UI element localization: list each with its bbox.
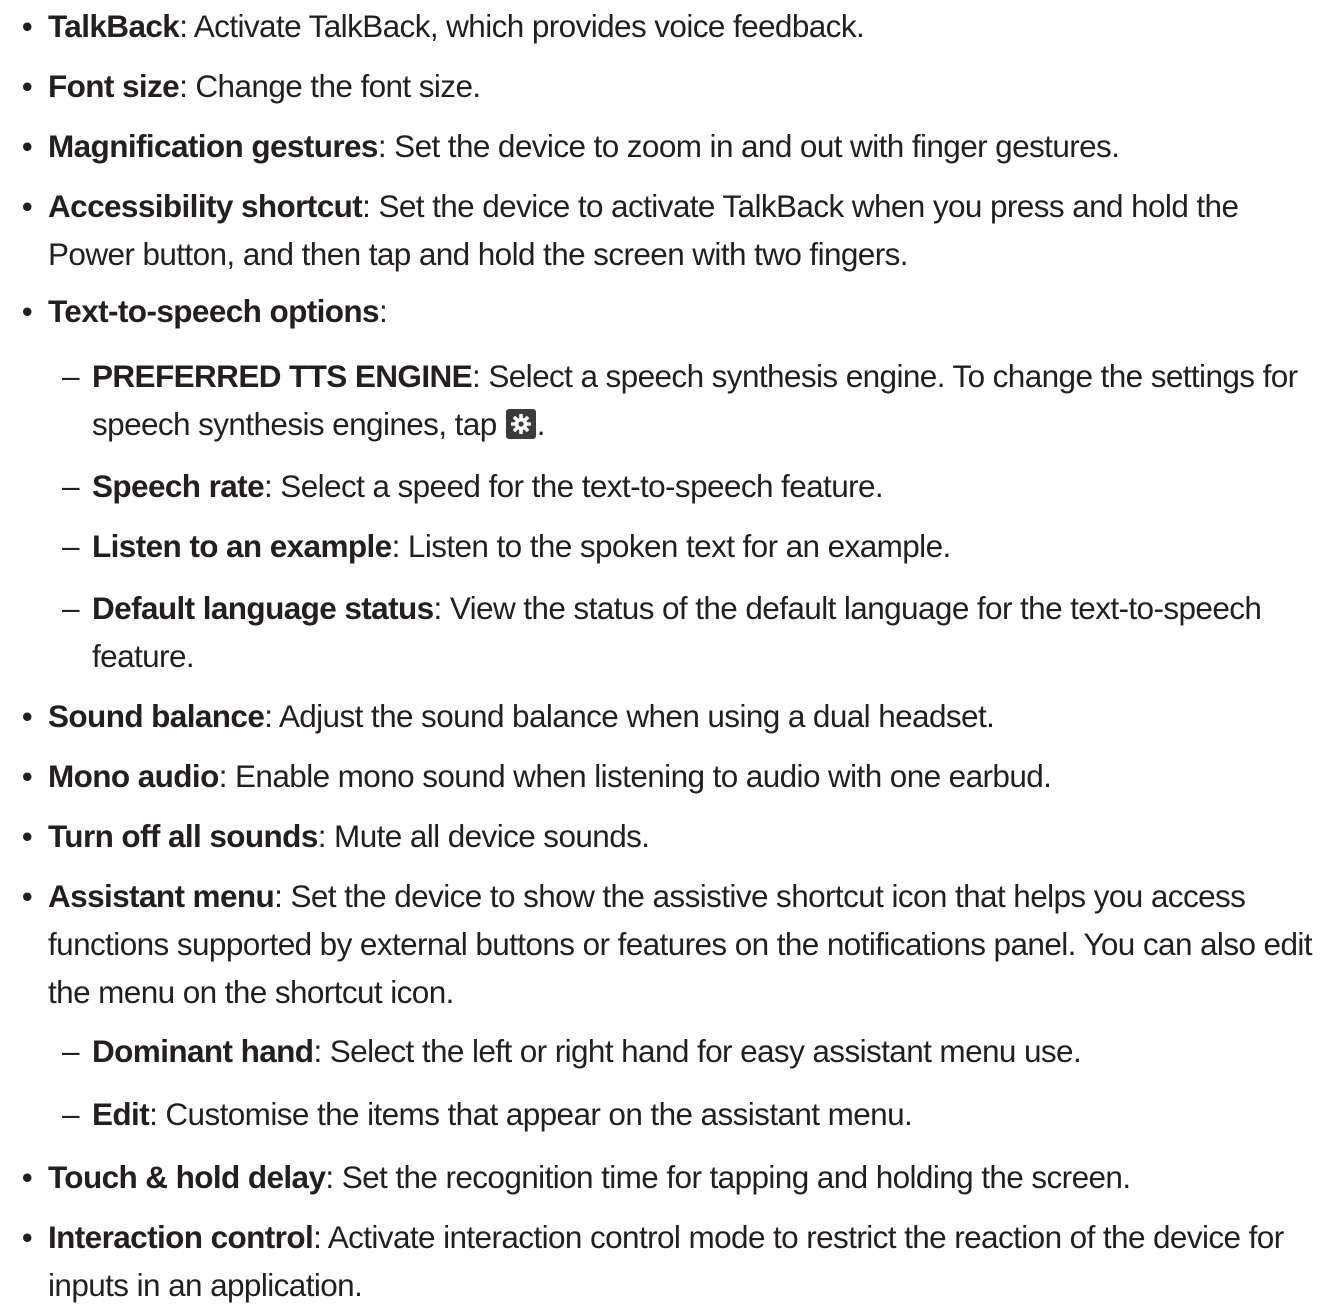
list-item-turn-off-all-sounds: • Turn off all sounds: Mute all device s… <box>22 812 1323 860</box>
list-item-talkback: • TalkBack: Activate TalkBack, which pro… <box>22 2 1323 50</box>
bullet: • <box>21 698 33 734</box>
sub-item-listen-to-an-example: – Listen to an example: Listen to the sp… <box>62 522 1327 570</box>
item-term: Mono audio <box>48 758 219 794</box>
item-term: Listen to an example <box>92 528 392 564</box>
item-term: Accessibility shortcut <box>48 188 363 224</box>
item-description-end: . <box>536 406 546 442</box>
dash: – <box>62 528 80 564</box>
item-term: TalkBack <box>48 8 180 44</box>
dash: – <box>62 590 80 626</box>
bullet: • <box>21 878 33 914</box>
item-term: Touch & hold delay <box>48 1159 326 1195</box>
bullet: • <box>21 68 33 104</box>
item-description: : Select a speed for the text-to-speech … <box>264 468 884 504</box>
list-item-touch-hold-delay: • Touch & hold delay: Set the recognitio… <box>22 1153 1323 1201</box>
item-description: : <box>378 293 388 329</box>
bullet: • <box>21 188 33 224</box>
item-term: Font size <box>48 68 180 104</box>
item-description: : Listen to the spoken text for an examp… <box>391 528 952 564</box>
dash: – <box>62 1096 80 1132</box>
bullet: • <box>21 758 33 794</box>
sub-item-default-language-status: – Default language status: View the stat… <box>62 584 1327 680</box>
sub-item-speech-rate: – Speech rate: Select a speed for the te… <box>62 462 1327 510</box>
list-item-mono-audio: • Mono audio: Enable mono sound when lis… <box>22 752 1323 800</box>
list-item-text-to-speech-options: • Text-to-speech options: <box>22 287 1323 335</box>
item-term: Interaction control <box>48 1219 314 1255</box>
bullet: • <box>21 293 33 329</box>
sub-item-edit: – Edit: Customise the items that appear … <box>62 1090 1327 1138</box>
item-term: PREFERRED TTS ENGINE <box>92 358 473 394</box>
bullet: • <box>21 1219 33 1255</box>
dash: – <box>62 468 80 504</box>
item-term: Magnification gestures <box>48 128 378 164</box>
item-description: : Adjust the sound balance when using a … <box>264 698 995 734</box>
bullet: • <box>21 1159 33 1195</box>
item-description: : Customise the items that appear on the… <box>149 1096 913 1132</box>
item-term: Sound balance <box>48 698 265 734</box>
bullet: • <box>21 128 33 164</box>
list-item-magnification-gestures: • Magnification gestures: Set the device… <box>22 122 1323 170</box>
list-item-assistant-menu: • Assistant menu: Set the device to show… <box>22 872 1323 1016</box>
sub-item-preferred-tts-engine: – PREFERRED TTS ENGINE: Select a speech … <box>62 352 1327 448</box>
item-term: Default language status <box>92 590 434 626</box>
sub-item-dominant-hand: – Dominant hand: Select the left or righ… <box>62 1027 1327 1075</box>
item-term: Speech rate <box>92 468 265 504</box>
list-item-font-size: • Font size: Change the font size. <box>22 62 1323 110</box>
list-item-accessibility-shortcut: • Accessibility shortcut: Set the device… <box>22 182 1323 278</box>
item-term: Assistant menu <box>48 878 275 914</box>
list-item-sound-balance: • Sound balance: Adjust the sound balanc… <box>22 692 1323 740</box>
item-description: : Change the font size. <box>179 68 481 104</box>
item-description: : Mute all device sounds. <box>317 818 650 854</box>
item-term: Text-to-speech options <box>48 293 380 329</box>
dash: – <box>62 1033 80 1069</box>
item-description: : Select the left or right hand for easy… <box>313 1033 1082 1069</box>
item-term: Turn off all sounds <box>48 818 318 854</box>
item-term: Dominant hand <box>92 1033 314 1069</box>
item-term: Edit <box>92 1096 150 1132</box>
item-description: : Set the recognition time for tapping a… <box>325 1159 1131 1195</box>
dash: – <box>62 358 80 394</box>
item-description: : Enable mono sound when listening to au… <box>218 758 1052 794</box>
bullet: • <box>21 8 33 44</box>
list-item-interaction-control: • Interaction control: Activate interact… <box>22 1213 1323 1309</box>
bullet: • <box>21 818 33 854</box>
item-description: : Activate TalkBack, which provides voic… <box>179 8 865 44</box>
gear-icon <box>505 409 536 439</box>
item-description: : Set the device to zoom in and out with… <box>377 128 1120 164</box>
